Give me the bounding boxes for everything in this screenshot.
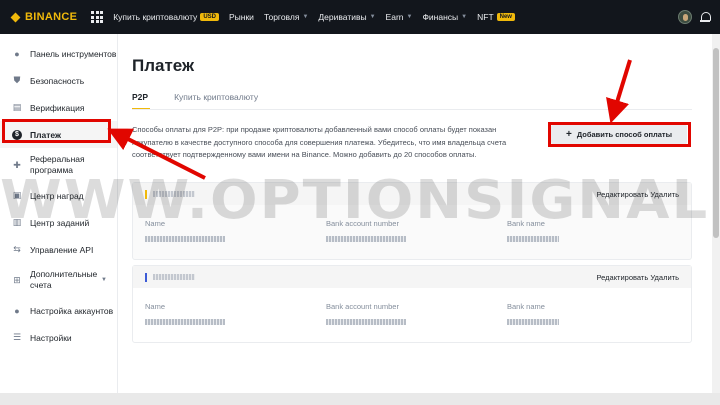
sidebar-item-tasks[interactable]: ▥ Центр заданий [0, 209, 117, 236]
binance-logo-icon [10, 12, 21, 23]
nav-finance[interactable]: Финансы ▼ [422, 12, 467, 22]
sliders-icon: ☰ [12, 332, 22, 342]
caret-down-icon: ▼ [369, 14, 376, 20]
id-card-icon: ▤ [12, 102, 22, 112]
sidebar-item-verification[interactable]: ▤ Верификация [0, 94, 117, 121]
user-plus-icon: ✚ [13, 159, 21, 170]
blurred-value [326, 236, 406, 242]
binance-logo[interactable]: BINANCE [10, 11, 77, 23]
nav-buy-crypto[interactable]: Купить криптовалюту USD [113, 12, 219, 22]
blurred-value [326, 319, 406, 325]
new-badge: New [496, 13, 515, 21]
sidebar-item-security[interactable]: ⛊ Безопасность [0, 67, 117, 94]
field-label-bank: Bank name [507, 219, 545, 228]
highlight-box-payment [2, 119, 111, 143]
tab-buy-crypto[interactable]: Купить криптовалюту [174, 92, 258, 110]
blurred-value [507, 319, 559, 325]
api-icon: ⇆ [13, 244, 21, 254]
scroll-thumb[interactable] [713, 48, 719, 238]
logo-text: BINANCE [25, 11, 78, 23]
shield-icon: ⛊ [13, 75, 21, 85]
sidebar-item-account-settings[interactable]: ● Настройка аккаунтов [0, 297, 117, 324]
blurred-method-name [153, 191, 195, 197]
nav-markets[interactable]: Рынки [229, 12, 254, 22]
sidebar-item-subaccounts[interactable]: ⊞ Дополнительные счета ▼ [0, 263, 117, 297]
user-icon: ● [14, 48, 20, 59]
caret-down-icon: ▼ [302, 14, 309, 20]
apps-grid-icon[interactable] [91, 11, 104, 23]
avatar[interactable] [678, 10, 692, 24]
tab-p2p[interactable]: P2P [132, 92, 151, 110]
scrollbar[interactable] [712, 34, 720, 393]
sidebar-item-rewards[interactable]: ▣ Центр наград [0, 182, 117, 209]
sub-account-icon: ⊞ [13, 274, 21, 285]
currency-badge: USD [200, 13, 219, 21]
nav-derivatives[interactable]: Деривативы ▼ [318, 12, 375, 22]
tabs: P2P Купить криптовалюту [132, 92, 258, 110]
sidebar-item-api[interactable]: ⇆ Управление API [0, 236, 117, 263]
bell-icon[interactable] [700, 12, 711, 22]
task-icon: ▥ [12, 217, 22, 227]
sidebar-item-settings[interactable]: ☰ Настройки [0, 324, 117, 351]
bottom-strip [0, 393, 720, 405]
sidebar-item-referral[interactable]: ✚ Реферальная программа [0, 148, 117, 182]
nav-nft[interactable]: NFT New [477, 12, 515, 22]
card-actions[interactable]: Редактировать Удалить [596, 190, 679, 199]
field-label-name: Name [145, 302, 166, 311]
field-label-bank: Bank name [507, 302, 545, 311]
payment-description: Способы оплаты для P2P: при продаже крип… [132, 125, 507, 159]
tab-divider [132, 109, 692, 110]
caret-down-icon: ▼ [461, 14, 468, 20]
payment-method-card: Редактировать Удалить Name Bank account … [132, 182, 692, 260]
ticket-icon: ▣ [12, 190, 22, 200]
highlight-box-add-button [548, 122, 691, 147]
page-title: Платеж [132, 56, 195, 75]
field-label-account: Bank account number [326, 219, 399, 228]
caret-down-icon: ▼ [406, 14, 413, 20]
sidebar-item-dashboard[interactable]: ● Панель инструментов [0, 40, 117, 67]
chevron-down-icon: ▼ [101, 277, 107, 283]
blurred-value [507, 236, 559, 242]
sidebar: ● Панель инструментов ⛊ Безопасность ▤ В… [0, 34, 118, 393]
users-icon: ● [14, 305, 20, 316]
main-content: Платеж P2P Купить криптовалюту Способы о… [118, 34, 720, 393]
nav-earn[interactable]: Earn ▼ [386, 12, 413, 22]
card-color-mark [145, 272, 147, 282]
card-actions[interactable]: Редактировать Удалить [596, 273, 679, 282]
blurred-value [145, 236, 225, 242]
blurred-method-name [153, 274, 195, 280]
top-navigation-bar: BINANCE Купить криптовалюту USD Рынки То… [0, 0, 720, 34]
field-label-name: Name [145, 219, 166, 228]
card-color-mark [145, 189, 147, 199]
field-label-account: Bank account number [326, 302, 399, 311]
blurred-value [145, 319, 225, 325]
nav-trade[interactable]: Торговля ▼ [264, 12, 308, 22]
payment-method-card: Редактировать Удалить Name Bank account … [132, 265, 692, 343]
